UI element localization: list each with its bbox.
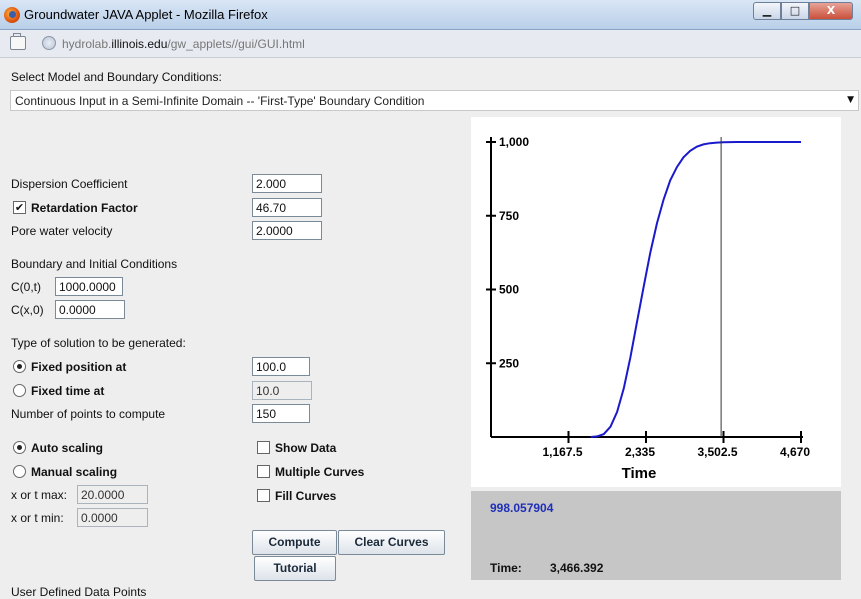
globe-icon bbox=[42, 36, 56, 50]
y-tick-label: 750 bbox=[499, 209, 519, 223]
x-axis-label: Time bbox=[622, 465, 657, 482]
boundary-heading: Boundary and Initial Conditions bbox=[11, 257, 178, 271]
cx0-label: C(x,0) bbox=[11, 303, 44, 317]
manual-scaling-radio[interactable] bbox=[13, 465, 26, 478]
show-data-label: Show Data bbox=[275, 441, 337, 455]
breakthrough-chart[interactable]: 1,167.5 2,335 3,502.5 4,670 250 500 750 1,000 T… bbox=[471, 117, 841, 487]
c0t-field[interactable]: 1000.0000 bbox=[55, 277, 123, 296]
retardation-checkbox[interactable]: ✔ bbox=[13, 201, 26, 214]
url-path: /gw_applets//gui/GUI.html bbox=[167, 37, 305, 51]
fixed-time-field[interactable]: 10.0 bbox=[252, 381, 312, 400]
chart-panel[interactable]: 1,167.5 2,335 3,502.5 4,670 250 500 750 1,000 T… bbox=[471, 117, 841, 487]
model-select-label: Select Model and Boundary Conditions: bbox=[11, 70, 222, 84]
page-icon[interactable] bbox=[10, 33, 26, 50]
window-controls: ▁ □ X bbox=[753, 2, 853, 20]
address-bar: hydrolab.illinois.edu/gw_applets//gui/GU… bbox=[0, 30, 861, 58]
auto-scaling-label: Auto scaling bbox=[31, 441, 104, 455]
window-title-bar: Groundwater JAVA Applet - Mozilla Firefo… bbox=[0, 0, 861, 30]
readout-time-label: Time: bbox=[490, 561, 522, 575]
tutorial-button[interactable]: Tutorial bbox=[254, 556, 336, 581]
url-prefix: hydrolab. bbox=[62, 37, 112, 51]
c0t-label: C(0,t) bbox=[11, 280, 41, 294]
points-field[interactable]: 150 bbox=[252, 404, 310, 423]
maximize-button[interactable]: □ bbox=[781, 2, 809, 20]
fixed-time-radio[interactable] bbox=[13, 384, 26, 397]
readout-value: 998.057904 bbox=[490, 501, 554, 515]
retardation-label: Retardation Factor bbox=[31, 201, 138, 215]
y-tick-label: 1,000 bbox=[499, 135, 529, 149]
x-tick-label: 1,167.5 bbox=[542, 445, 582, 459]
model-select[interactable]: Continuous Input in a Semi-Infinite Doma… bbox=[10, 90, 859, 111]
fill-curves-label: Fill Curves bbox=[275, 489, 337, 503]
velocity-label: Pore water velocity bbox=[11, 224, 113, 238]
solution-heading: Type of solution to be generated: bbox=[11, 336, 186, 350]
concentration-curve bbox=[590, 141, 801, 438]
multiple-curves-checkbox[interactable] bbox=[257, 465, 270, 478]
xmax-field[interactable]: 20.0000 bbox=[77, 485, 148, 504]
retardation-field[interactable]: 46.70 bbox=[252, 198, 322, 217]
cx0-field[interactable]: 0.0000 bbox=[55, 300, 125, 319]
show-data-checkbox[interactable] bbox=[257, 441, 270, 454]
velocity-field[interactable]: 2.0000 bbox=[252, 221, 322, 240]
user-points-label: User Defined Data Points bbox=[11, 585, 147, 599]
fixed-position-field[interactable]: 100.0 bbox=[252, 357, 310, 376]
readout-time-value: 3,466.392 bbox=[550, 561, 604, 575]
chevron-down-icon[interactable]: ▼ bbox=[847, 95, 854, 105]
model-select-value: Continuous Input in a Semi-Infinite Doma… bbox=[15, 94, 425, 108]
chart-axes bbox=[490, 137, 803, 438]
y-tick-label: 500 bbox=[499, 283, 519, 297]
clear-curves-button[interactable]: Clear Curves bbox=[338, 530, 445, 555]
fixed-position-label: Fixed position at bbox=[31, 360, 127, 374]
minimize-button[interactable]: ▁ bbox=[753, 2, 781, 20]
manual-scaling-label: Manual scaling bbox=[31, 465, 118, 479]
compute-button[interactable]: Compute bbox=[252, 530, 337, 555]
readout-panel: 998.057904 Time: 3,466.392 bbox=[471, 491, 841, 580]
x-tick-label: 2,335 bbox=[625, 445, 655, 459]
url-text[interactable]: hydrolab.illinois.edu/gw_applets//gui/GU… bbox=[62, 37, 305, 51]
close-button[interactable]: X bbox=[809, 2, 853, 20]
fill-curves-checkbox[interactable] bbox=[257, 489, 270, 502]
xmin-field[interactable]: 0.0000 bbox=[77, 508, 148, 527]
multiple-curves-label: Multiple Curves bbox=[275, 465, 365, 479]
chart-ticks: 1,167.5 2,335 3,502.5 4,670 250 500 750 1,000 bbox=[486, 135, 810, 459]
xmin-label: x or t min: bbox=[11, 511, 64, 525]
fixed-position-radio[interactable] bbox=[13, 360, 26, 373]
window-title: Groundwater JAVA Applet - Mozilla Firefo… bbox=[24, 7, 268, 22]
points-label: Number of points to compute bbox=[11, 407, 166, 421]
x-tick-label: 4,670 bbox=[780, 445, 810, 459]
dispersion-label: Dispersion Coefficient bbox=[11, 177, 128, 191]
dispersion-field[interactable]: 2.000 bbox=[252, 174, 322, 193]
url-domain: illinois.edu bbox=[111, 37, 168, 51]
auto-scaling-radio[interactable] bbox=[13, 441, 26, 454]
x-tick-label: 3,502.5 bbox=[697, 445, 737, 459]
fixed-time-label: Fixed time at bbox=[31, 384, 105, 398]
firefox-icon bbox=[4, 7, 20, 23]
xmax-label: x or t max: bbox=[11, 488, 68, 502]
y-tick-label: 250 bbox=[499, 356, 519, 370]
